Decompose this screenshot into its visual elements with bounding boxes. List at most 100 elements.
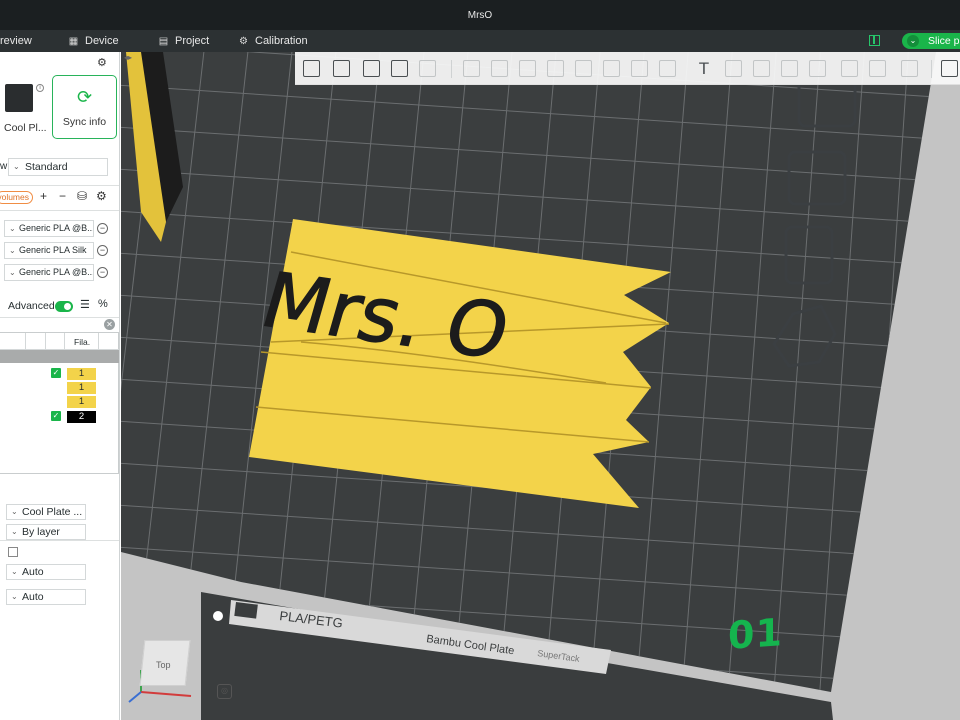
- collapse-sidebar-icon[interactable]: ◂▸: [121, 53, 135, 65]
- plate-scene: PLA/PETG Bambu Cool Plate SuperTack Mrs.…: [121, 52, 936, 720]
- filament-column-header: Fila.: [74, 337, 91, 347]
- remove-icon[interactable]: −: [97, 267, 108, 278]
- printable-checkbox[interactable]: ✓: [51, 368, 61, 378]
- sync-info-label: Sync info: [62, 116, 107, 128]
- process-label: w: [0, 161, 8, 172]
- mode-b-value: Auto: [22, 591, 44, 603]
- add-filament-icon[interactable]: +: [40, 189, 47, 203]
- remove-filament-icon[interactable]: −: [59, 189, 66, 203]
- measure-button[interactable]: [779, 58, 801, 80]
- tab-device-label: Device: [85, 35, 119, 47]
- volumes-badge[interactable]: volumes: [0, 191, 33, 204]
- process-preset-select[interactable]: ⌄ Standard: [8, 158, 108, 176]
- plate-type-value: Cool Plate ...: [22, 506, 83, 518]
- filament-badge[interactable]: 2: [67, 411, 96, 423]
- support-paint-button[interactable]: [629, 58, 651, 80]
- column-divider: [25, 333, 26, 350]
- move-button[interactable]: [461, 58, 483, 80]
- remove-icon[interactable]: −: [97, 223, 108, 234]
- close-icon[interactable]: ✕: [104, 319, 115, 330]
- orient-button[interactable]: [361, 58, 383, 80]
- divider: [0, 540, 119, 541]
- printer-settings-gear-icon[interactable]: ⚙: [97, 56, 107, 69]
- arrange-button[interactable]: [389, 58, 411, 80]
- column-divider: [64, 333, 65, 350]
- seam-paint-icon: [659, 60, 676, 77]
- orient-icon: [363, 60, 380, 77]
- scale-button[interactable]: [517, 58, 539, 80]
- sequence-select[interactable]: ⌄ By layer: [6, 524, 86, 540]
- add-plate-button[interactable]: [331, 58, 353, 80]
- compare-icon[interactable]: %: [98, 298, 108, 310]
- printable-checkbox[interactable]: ✓: [51, 411, 61, 421]
- column-divider: [98, 333, 99, 350]
- layers-icon: [841, 60, 858, 77]
- color-paint-button[interactable]: [723, 58, 745, 80]
- rotate-button[interactable]: [489, 58, 511, 80]
- assembly-button[interactable]: [751, 58, 773, 80]
- tab-device[interactable]: ▦ Device: [68, 30, 119, 52]
- divider: [0, 185, 119, 186]
- filament-settings-gear-icon[interactable]: ⚙: [96, 189, 107, 203]
- view-button[interactable]: [807, 58, 829, 80]
- filament-badge[interactable]: 1: [67, 368, 96, 380]
- ruler-button[interactable]: [899, 58, 921, 80]
- filament-select-3[interactable]: ⌄ Generic PLA @B...: [4, 264, 94, 281]
- bambu-logo-icon: [234, 602, 258, 619]
- assembly-view-icon: [941, 60, 958, 77]
- plate-settings-icon: [869, 60, 886, 77]
- mode-select-a[interactable]: ⌄ Auto: [6, 564, 86, 580]
- filament-badge[interactable]: 1: [67, 382, 96, 394]
- toolbar-divider: [931, 60, 932, 78]
- scale-icon: [519, 60, 536, 77]
- ruler-icon: [901, 60, 918, 77]
- zoom-to-fit-icon[interactable]: ◎: [217, 684, 232, 699]
- object-list-header: Fila.: [0, 333, 119, 350]
- boolean-button[interactable]: [601, 58, 623, 80]
- add-object-button[interactable]: [301, 58, 323, 80]
- layers-button[interactable]: [839, 58, 861, 80]
- filament-select-2[interactable]: ⌄ Generic PLA Silk: [4, 242, 94, 259]
- tab-project[interactable]: ▤ Project: [158, 30, 209, 52]
- remove-icon[interactable]: −: [97, 245, 108, 256]
- plate-type-card[interactable]: i Cool Pl...: [0, 74, 48, 138]
- lay-on-face-button[interactable]: [545, 58, 567, 80]
- layout-icon[interactable]: [869, 35, 880, 46]
- divider: [0, 317, 119, 318]
- sync-icon: ⟳: [76, 87, 93, 107]
- assembly-view-button[interactable]: [939, 58, 960, 80]
- info-icon[interactable]: i: [36, 84, 44, 92]
- chevron-down-icon: ⌄: [9, 268, 16, 277]
- plate-settings-button[interactable]: [867, 58, 889, 80]
- z-axis-icon: [128, 691, 142, 703]
- tab-calibration[interactable]: ⚙ Calibration: [238, 30, 308, 52]
- text-tool-button[interactable]: T: [693, 58, 715, 80]
- advanced-toggle[interactable]: [55, 301, 73, 312]
- 3d-viewport[interactable]: PLA/PETG Bambu Cool Plate SuperTack Mrs.…: [121, 52, 960, 720]
- arrange-icon: [391, 60, 408, 77]
- window-title: MrsO: [467, 10, 493, 21]
- selected-object-row[interactable]: [0, 350, 119, 363]
- chevron-down-icon: ⌄: [9, 224, 16, 233]
- cut-button[interactable]: [573, 58, 595, 80]
- mode-select-b[interactable]: ⌄ Auto: [6, 589, 86, 605]
- split-button[interactable]: [417, 58, 439, 80]
- lay-on-face-icon: [547, 60, 564, 77]
- filament-badge[interactable]: 1: [67, 396, 96, 408]
- sync-info-button[interactable]: ⟳ Sync info: [52, 75, 117, 139]
- color-paint-icon: [725, 60, 742, 77]
- assembly-icon: [753, 60, 770, 77]
- plate-type-select[interactable]: ⌄ Cool Plate ...: [6, 504, 86, 520]
- support-paint-icon: [631, 60, 648, 77]
- spiral-checkbox[interactable]: [8, 547, 18, 557]
- move-icon: [463, 60, 480, 77]
- chevron-down-icon[interactable]: ⌄: [907, 35, 919, 47]
- chevron-down-icon: ⌄: [13, 162, 20, 171]
- list-icon[interactable]: ☰: [80, 298, 90, 311]
- sync-ams-icon[interactable]: ⛁: [77, 189, 87, 203]
- divider: [0, 210, 119, 211]
- slice-plate-button[interactable]: ⌄ Slice pl: [902, 33, 960, 49]
- tab-preview[interactable]: review: [0, 30, 32, 52]
- filament-select-1[interactable]: ⌄ Generic PLA @B...: [4, 220, 94, 237]
- seam-paint-button[interactable]: [657, 58, 679, 80]
